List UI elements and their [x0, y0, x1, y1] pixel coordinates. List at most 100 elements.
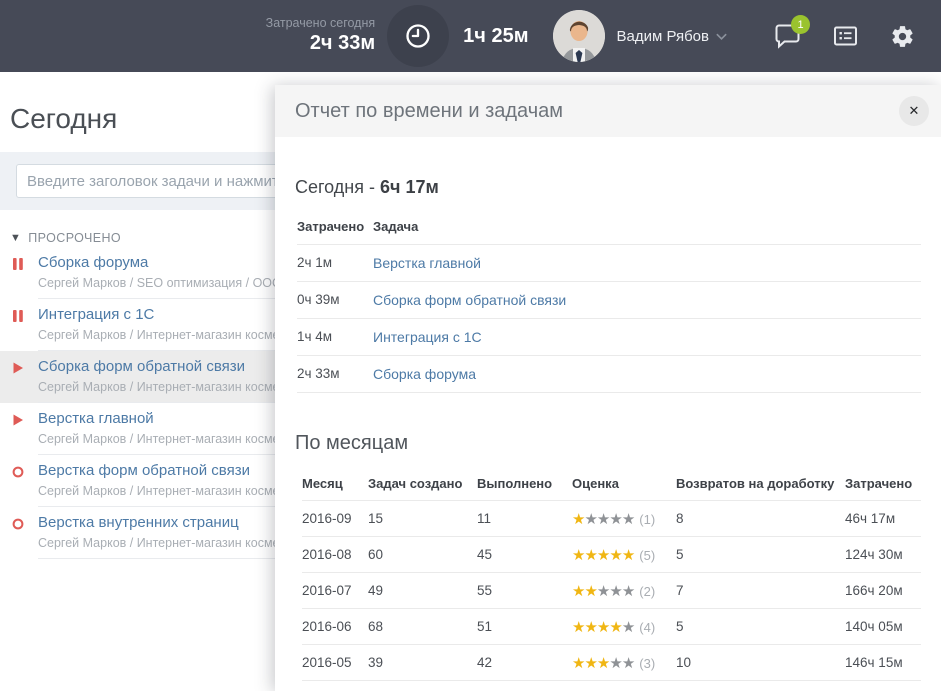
- spent-cell: 0ч 39м: [297, 281, 373, 318]
- today-report-table: Затрачено Задача 2ч 1м Верстка главной 0…: [297, 210, 921, 393]
- task-link[interactable]: Верстка главной: [373, 255, 481, 271]
- report-panel-title: Отчет по времени и задачам: [295, 100, 899, 123]
- report-panel-body: Сегодня - 6ч 17м Затрачено Задача 2ч 1м …: [275, 176, 941, 681]
- returns-cell: 5: [676, 537, 845, 573]
- task-link[interactable]: Сборка форм обратной связи: [373, 292, 566, 308]
- task-title-link[interactable]: Верстка главной: [38, 409, 154, 429]
- month-cell: 2016-06: [302, 609, 368, 645]
- spent-today-value: 2ч 33м: [266, 31, 376, 56]
- today-row: 2ч 1м Верстка главной: [297, 244, 921, 281]
- today-total-value: 6ч 17м: [380, 177, 439, 197]
- play-icon[interactable]: [12, 362, 24, 374]
- monthly-section-title: По месяцам: [295, 431, 921, 455]
- done-cell: 11: [477, 501, 572, 537]
- task-link[interactable]: Интеграция с 1С: [373, 329, 482, 345]
- done-cell: 45: [477, 537, 572, 573]
- monthly-report-table: Месяц Задач создано Выполнено Оценка Воз…: [302, 467, 921, 682]
- created-cell: 15: [368, 501, 477, 537]
- returns-cell: 7: [676, 573, 845, 609]
- month-row: 2016-08 60 45 ★★★★★(5) 5 124ч 30м: [302, 537, 921, 573]
- top-bar: Затрачено сегодня 2ч 33м 1ч 25м Вадим Ря…: [0, 0, 941, 72]
- created-cell: 60: [368, 537, 477, 573]
- month-row: 2016-09 15 11 ★★★★★(1) 8 46ч 17м: [302, 501, 921, 537]
- task-title-link[interactable]: Сборка форума: [38, 253, 148, 273]
- rating-cell: ★★★★★ (5): [572, 537, 676, 573]
- star-rating-icon: ★★★★★: [572, 656, 634, 671]
- col-header-spent: Затрачено: [297, 210, 373, 244]
- triangle-down-icon: ▼: [10, 232, 21, 244]
- pause-icon[interactable]: [12, 258, 24, 270]
- rating-cell: ★★★★★(1): [572, 501, 676, 537]
- month-row: 2016-07 49 55 ★★★★★(2) 7 166ч 20м: [302, 573, 921, 609]
- main-page: Сегодня ▼ ПРОСРОЧЕНО Сборка форума Серге…: [0, 72, 941, 691]
- star-rating-icon: ★★★★★: [572, 548, 634, 563]
- rating-count: (1): [639, 512, 655, 527]
- today-row: 2ч 33м Сборка форума: [297, 355, 921, 392]
- task-link[interactable]: Сборка форума: [373, 366, 476, 382]
- col-header-done: Выполнено: [477, 467, 572, 501]
- month-row: 2016-06 68 51 ★★★★★(4) 5 140ч 05м: [302, 609, 921, 645]
- col-header-task: Задача: [373, 210, 921, 244]
- circle-icon[interactable]: [12, 518, 24, 530]
- done-cell: 51: [477, 609, 572, 645]
- returns-cell: 8: [676, 501, 845, 537]
- returns-cell: 10: [676, 645, 845, 681]
- close-button[interactable]: ✕: [899, 96, 929, 126]
- chat-badge: 1: [791, 15, 810, 34]
- created-cell: 68: [368, 609, 477, 645]
- rating-cell: ★★★★★ (2): [572, 573, 676, 609]
- today-row: 1ч 4м Интеграция с 1С: [297, 318, 921, 355]
- month-cell: 2016-05: [302, 645, 368, 681]
- col-header-rating: Оценка: [572, 467, 676, 501]
- spent-cell: 2ч 33м: [297, 355, 373, 392]
- task-title-link[interactable]: Верстка внутренних страниц: [38, 513, 239, 533]
- settings-button[interactable]: [890, 24, 915, 49]
- group-overdue-label: ПРОСРОЧЕНО: [28, 231, 121, 245]
- month-cell: 2016-09: [302, 501, 368, 537]
- spent-today-label: Затрачено сегодня: [266, 16, 376, 32]
- task-title-link[interactable]: Интеграция с 1С: [38, 305, 154, 325]
- spent-cell: 146ч 15м: [845, 645, 921, 681]
- created-cell: 39: [368, 645, 477, 681]
- rating-count: (5): [639, 548, 655, 563]
- chevron-down-icon[interactable]: [715, 30, 728, 43]
- timer-value: 1ч 25м: [463, 25, 528, 48]
- col-header-created: Задач создано: [368, 467, 477, 501]
- done-cell: 42: [477, 645, 572, 681]
- report-panel: Отчет по времени и задачам ✕ Сегодня - 6…: [275, 85, 941, 691]
- close-icon: ✕: [909, 103, 920, 119]
- user-name[interactable]: Вадим Рябов: [617, 28, 710, 45]
- today-row: 0ч 39м Сборка форм обратной связи: [297, 281, 921, 318]
- rating-cell: ★★★★★ (3): [572, 645, 676, 681]
- col-header-returns: Возвратов на доработку: [676, 467, 845, 501]
- spent-cell: 46ч 17м: [845, 501, 921, 537]
- report-panel-header: Отчет по времени и задачам ✕: [275, 85, 941, 137]
- task-title-link[interactable]: Верстка форм обратной связи: [38, 461, 250, 481]
- spent-cell: 1ч 4м: [297, 318, 373, 355]
- gear-icon: [890, 24, 915, 49]
- today-total-heading: Сегодня - 6ч 17м: [295, 176, 921, 198]
- rating-count: (4): [639, 620, 655, 635]
- done-cell: 55: [477, 573, 572, 609]
- avatar[interactable]: [553, 10, 605, 62]
- today-label: Сегодня -: [295, 177, 380, 197]
- clock-icon: [404, 22, 432, 50]
- rating-count: (2): [639, 584, 655, 599]
- chat-button[interactable]: 1: [774, 23, 801, 49]
- report-list-icon: [833, 24, 858, 48]
- spent-cell: 140ч 05м: [845, 609, 921, 645]
- pause-icon[interactable]: [12, 310, 24, 322]
- rating-count: (3): [639, 656, 655, 671]
- play-icon[interactable]: [12, 414, 24, 426]
- report-list-button[interactable]: [833, 24, 858, 48]
- star-rating-icon: ★★★★★: [572, 584, 634, 599]
- col-header-spent: Затрачено: [845, 467, 921, 501]
- spent-today-block: Затрачено сегодня 2ч 33м: [266, 16, 376, 57]
- rating-cell: ★★★★★ (4): [572, 609, 676, 645]
- star-rating-icon: ★★★★★: [572, 620, 634, 635]
- month-cell: 2016-07: [302, 573, 368, 609]
- task-title-link[interactable]: Сборка форм обратной связи: [38, 357, 245, 377]
- col-header-month: Месяц: [302, 467, 368, 501]
- circle-icon[interactable]: [12, 466, 24, 478]
- timer-button[interactable]: [387, 5, 449, 67]
